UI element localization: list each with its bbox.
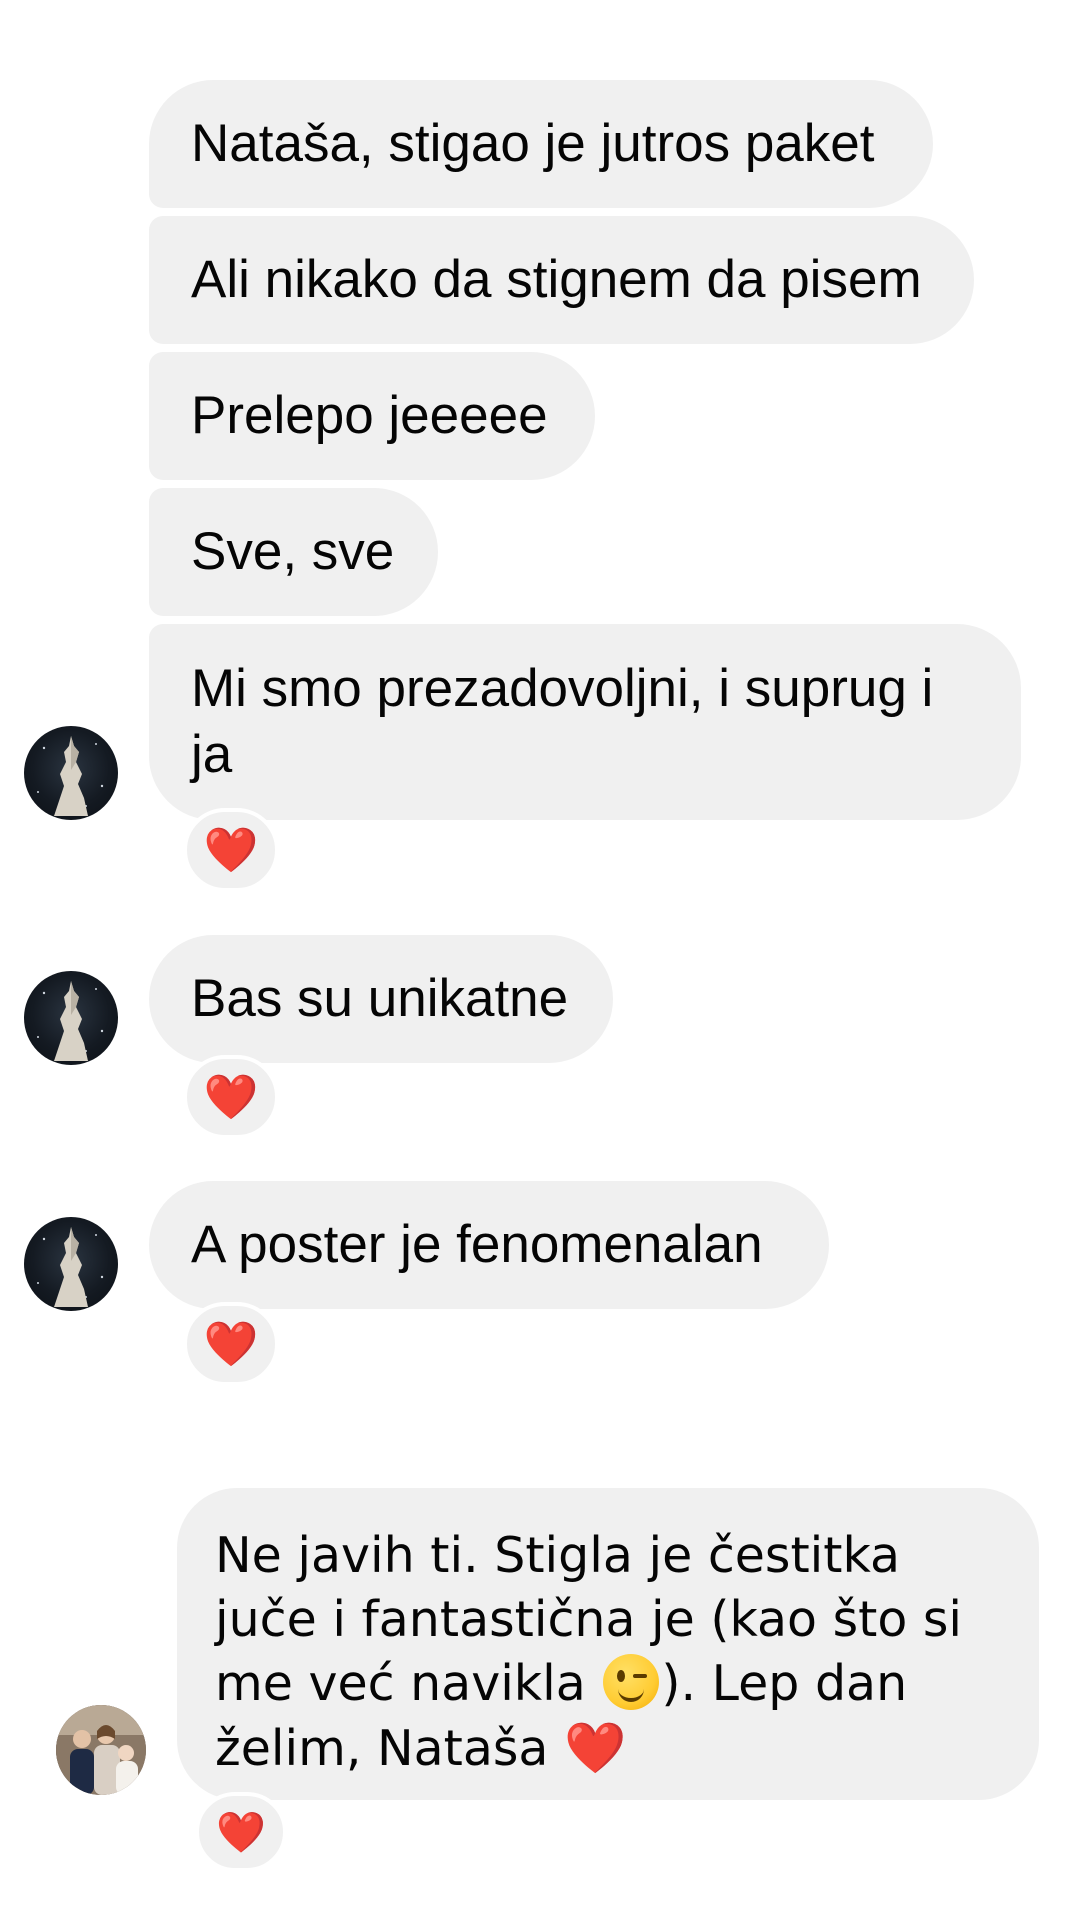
message-text: Mi smo prezadovoljni, i suprug i ja [191, 659, 934, 784]
statue-avatar-icon [37, 736, 104, 816]
heart-icon: ❤️ [203, 1319, 259, 1370]
message-text: Prelepo jeeeee [191, 386, 548, 445]
reaction-badge[interactable]: ❤️ [183, 1055, 279, 1139]
message-bubble[interactable]: Mi smo prezadovoljni, i suprug i ja [149, 624, 1021, 820]
statue-avatar-icon [37, 981, 104, 1061]
message-text: Sve, sve [191, 522, 395, 581]
message-bubble[interactable]: Bas su unikatne [149, 935, 613, 1063]
message-bubble[interactable]: Ali nikako da stignem da pisem [149, 216, 974, 344]
message-text: Bas su unikatne [191, 969, 569, 1028]
message-bubble[interactable]: Ne javih ti. Stigla je čestitka juče i f… [177, 1488, 1039, 1800]
reaction-badge[interactable]: ❤️ [183, 808, 279, 892]
sender-avatar[interactable] [24, 971, 118, 1065]
sender-avatar[interactable] [24, 726, 118, 820]
message-bubble[interactable]: A poster je fenomenalan [149, 1181, 829, 1309]
sender-avatar[interactable] [24, 1217, 118, 1311]
message-text: Ali nikako da stignem da pisem [191, 250, 922, 309]
message-bubble[interactable]: Sve, sve [149, 488, 438, 616]
family-photo-avatar [56, 1705, 146, 1795]
winking-face-icon [603, 1654, 660, 1710]
heart-icon: ❤️ [203, 1072, 259, 1123]
heart-icon: ❤️ [203, 825, 259, 876]
statue-avatar-icon [37, 1227, 104, 1307]
receiver-avatar[interactable] [56, 1705, 146, 1795]
heart-icon: ❤️ [564, 1719, 627, 1777]
message-text: A poster je fenomenalan [191, 1215, 763, 1274]
message-text: Nataša, stigao je jutros paket [191, 114, 875, 173]
reaction-badge[interactable]: ❤️ [195, 1792, 287, 1872]
heart-icon: ❤️ [216, 1809, 266, 1856]
message-bubble[interactable]: Nataša, stigao je jutros paket [149, 80, 933, 208]
message-bubble[interactable]: Prelepo jeeeee [149, 352, 595, 480]
reaction-badge[interactable]: ❤️ [183, 1302, 279, 1386]
